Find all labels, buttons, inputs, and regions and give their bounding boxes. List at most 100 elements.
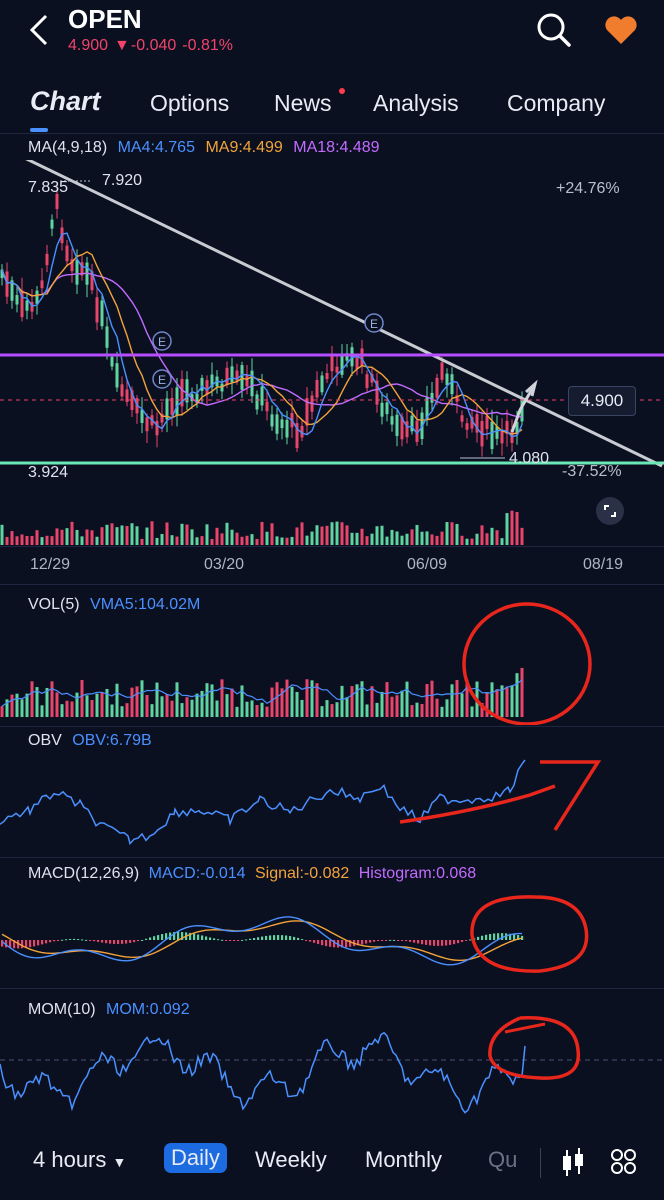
volume-bar [500,538,504,545]
volume-bar [270,523,274,545]
volume-bar [355,532,359,545]
volume-bar [260,702,264,717]
earnings-marker[interactable]: E [152,331,172,351]
volume-bar [450,684,454,717]
tab-chart[interactable]: Chart [30,86,101,117]
tab-analysis[interactable]: Analysis [373,90,459,117]
histogram-bar [61,939,64,941]
candle-body [240,365,244,390]
candle-body [205,380,209,395]
candle-body [245,375,249,387]
annotation-stroke [504,1022,546,1034]
volume-bar [115,527,119,545]
histogram-bar [377,940,380,942]
volume-bar [325,525,329,545]
volume-bar [370,533,374,545]
period-monthly[interactable]: Monthly [365,1147,442,1173]
volume-bar [95,693,99,717]
histogram-bar [249,938,252,940]
volume-bar [325,700,329,717]
candlestick-icon[interactable] [560,1146,586,1180]
favorite-heart-icon[interactable] [603,14,639,46]
candle-body [185,379,189,403]
period-daily[interactable]: Daily [164,1143,227,1173]
histogram-bar [121,940,124,944]
volume-bar [155,537,159,545]
current-price-tag: 4.900 [568,386,636,416]
candle-body [270,414,274,427]
volume-bar [255,705,259,717]
volume-bar [405,533,409,545]
volume-bar [45,535,49,545]
histogram-bar [325,940,328,947]
back-icon[interactable] [26,14,50,46]
histogram-bar [137,940,140,942]
volume-bar [180,703,184,717]
candle-body [335,366,339,373]
tab-company[interactable]: Company [507,90,605,117]
volume-bar [90,700,94,717]
histogram-bar [269,935,272,940]
tab-news[interactable]: News [274,90,332,117]
candle-body [110,356,114,367]
volume-bar [505,513,509,545]
histogram-bar [125,940,128,944]
volume-bar [290,686,294,717]
histogram-bar [73,938,76,940]
volume-bar [0,524,4,545]
volume-bar [30,681,34,717]
macd-panel[interactable] [0,885,664,985]
volume-bar [15,693,19,717]
histogram-bar [513,934,516,940]
histogram-bar [265,935,268,940]
candle-body [380,402,384,417]
expand-button[interactable] [596,497,624,525]
volume-bar [215,527,219,545]
candle-body [100,300,104,327]
section-divider [0,726,664,727]
volume-bar [470,706,474,717]
volume-bar [510,510,514,545]
macd-value: MACD:-0.014 [148,865,246,882]
volume-panel[interactable] [0,600,664,725]
histogram-bar [213,938,216,940]
volume-bar [295,691,299,717]
grid-icon[interactable] [610,1148,638,1176]
obv-panel[interactable] [0,740,664,855]
volume-bar [390,529,394,545]
histogram-bar [273,935,276,940]
volume-bar [135,526,139,545]
volume-bar [165,694,169,717]
price-chart[interactable]: E E E [0,160,664,550]
volume-bar [160,696,164,717]
candle-body [15,295,19,305]
volume-bar [375,526,379,545]
histogram-bar [493,933,496,940]
volume-bar [65,528,69,545]
volume-bar [490,527,494,545]
ma-label: MA(4,9,18) [28,139,108,156]
earnings-marker[interactable]: E [364,313,384,333]
histogram-bar [485,934,488,940]
histogram-bar [313,940,316,943]
histogram-bar [393,939,396,941]
histogram-bar [477,936,480,940]
period-quarterly[interactable]: Qu [488,1147,517,1173]
period-4hours[interactable]: 4 hours ▼ [33,1147,126,1173]
candle-body [230,366,234,383]
tab-options[interactable]: Options [150,90,229,117]
earnings-marker[interactable]: E [152,369,172,389]
obv-line [0,759,526,846]
histogram-bar [409,940,412,942]
histogram-bar [305,940,308,941]
period-weekly[interactable]: Weekly [255,1147,327,1173]
mom-panel[interactable] [0,1010,664,1125]
volume-bar [305,679,309,717]
histogram-value: Histogram:0.068 [358,865,477,882]
volume-bar [240,536,244,545]
volume-bar [270,687,274,717]
candle-body [390,416,394,425]
volume-bar [205,524,209,545]
search-icon[interactable] [536,12,572,48]
chevron-down-icon: ▼ [112,1154,127,1170]
